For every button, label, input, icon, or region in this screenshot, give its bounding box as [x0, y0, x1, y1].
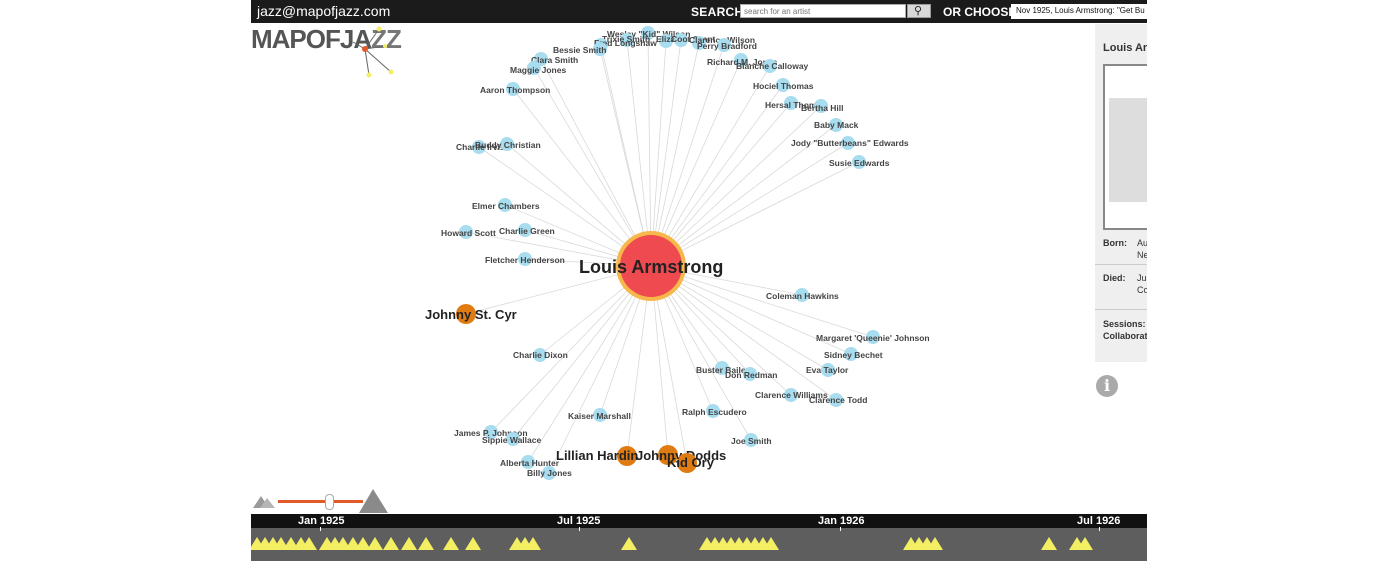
timeline-label: Jul 1926 [1077, 515, 1121, 527]
artist-node-label[interactable]: Don Redman [725, 370, 777, 380]
logo-star-icon [352, 26, 394, 78]
born-label: Born: [1103, 238, 1127, 248]
timeline-label: Jan 1926 [818, 515, 865, 527]
artist-node-label[interactable]: Coleman Hawkins [766, 291, 839, 301]
artist-node-label[interactable]: Maggie Jones [510, 65, 566, 75]
artist-node-label[interactable]: Aaron Thompson [480, 85, 550, 95]
collaboration-graph: Wesley "Kid" WilsonTrixie Smith Eliza B.C… [425, 26, 930, 480]
died-place: Co [1137, 285, 1147, 295]
collaboration-edge [540, 58, 652, 267]
artist-node-label[interactable]: Sippie Wallace [482, 435, 541, 445]
artist-node-label[interactable]: Bessie Smith [553, 45, 606, 55]
artist-node-label[interactable]: Perry Bradford [697, 41, 757, 51]
artist-detail-panel: Louis Arm Born: Au Ne Died: Ju Co Sessio… [1095, 24, 1147, 362]
session-markers [251, 537, 1093, 550]
sessions-label-text: Sessions: [1103, 319, 1146, 329]
died-label: Died: [1103, 273, 1126, 283]
artist-photo [1103, 64, 1147, 230]
session-artist-label[interactable]: Lillian Hardin [556, 448, 638, 463]
session-artist-label[interactable]: Johnny St. Cyr [425, 307, 517, 322]
session-marker[interactable] [401, 537, 417, 550]
search-button[interactable]: ⚲ [907, 4, 931, 18]
timeline-axis: Jan 1925 Jul 1925 Jan 1926 Jul 1926 [251, 514, 1147, 531]
session-marker[interactable] [443, 537, 459, 550]
search-icon: ⚲ [914, 5, 923, 17]
sessions-label: Sessions: [1103, 319, 1146, 329]
artist-node-label[interactable]: Joe Smith [731, 436, 772, 446]
info-icon[interactable]: i [1096, 375, 1118, 397]
collaborators-label: Collaborat [1103, 331, 1147, 341]
collaboration-edge [650, 105, 822, 267]
zoom-slider-track[interactable] [278, 500, 363, 503]
center-node-group: Louis Armstrong [579, 231, 723, 301]
artist-node-label[interactable]: Charlie Dixon [513, 350, 568, 360]
died-value: Ju [1137, 273, 1147, 283]
zoom-slider-handle[interactable] [325, 494, 335, 510]
center-node-label[interactable]: Louis Armstrong [579, 257, 723, 277]
artist-node-label[interactable]: Billy Jones [527, 468, 572, 478]
or-choose-label: OR CHOOSE [943, 5, 1017, 19]
top-bar: jazz@mapofjazz.com SEARCH ⚲ OR CHOOSE No… [251, 0, 1147, 23]
photo-image [1109, 98, 1147, 202]
zoom-in-icon[interactable] [357, 486, 391, 514]
session-marker[interactable] [418, 537, 434, 550]
session-marker[interactable] [621, 537, 637, 550]
timeline-label: Jan 1925 [298, 515, 345, 527]
artist-node-label[interactable]: Blanche Calloway [736, 61, 809, 71]
artist-node-label[interactable]: Howard Scott [441, 228, 496, 238]
divider [1095, 309, 1147, 310]
artist-node-label[interactable]: Baby Mack [814, 120, 859, 130]
artist-node-label[interactable]: Ralph Escudero [682, 407, 747, 417]
artist-node-label[interactable]: Hociel Thomas [753, 81, 814, 91]
artist-node-label[interactable]: Kaiser Marshall [568, 411, 631, 421]
artist-name: Louis Arm [1103, 42, 1147, 54]
artist-node-label[interactable]: Bertha Hill [801, 103, 844, 113]
contact-email-link[interactable]: jazz@mapofjazz.com [257, 3, 390, 19]
artist-node-label[interactable]: Jody "Butterbeans" Edwards [791, 138, 909, 148]
artist-node-label[interactable]: Fletcher Henderson [485, 255, 565, 265]
session-artist-label[interactable]: Kid Ory [667, 455, 715, 470]
search-label: SEARCH [691, 5, 744, 19]
artist-node-label[interactable]: Susie Edwards [829, 158, 890, 168]
session-marker[interactable] [1041, 537, 1057, 550]
timeline-label: Jul 1925 [557, 515, 601, 527]
artist-search-input[interactable] [740, 4, 906, 18]
artist-node-label[interactable]: Clarence Todd [809, 395, 867, 405]
zoom-out-icon[interactable] [251, 490, 279, 510]
artist-node-label[interactable]: Charlie Green [499, 226, 555, 236]
session-marker[interactable] [367, 537, 383, 550]
artist-node-label[interactable]: Buddy Christian [475, 140, 541, 150]
collaborators-label-text: Collaborat [1103, 331, 1147, 341]
session-select[interactable]: Nov 1925, Louis Armstrong: "Get Bu [1011, 4, 1147, 19]
born-value: Au [1137, 238, 1147, 248]
session-marker[interactable] [465, 537, 481, 550]
artist-node-label[interactable]: Eva Taylor [806, 365, 849, 375]
born-place: Ne [1137, 250, 1147, 260]
divider [1095, 264, 1147, 265]
died-row: Died: Ju [1103, 273, 1147, 283]
born-row: Born: Au [1103, 238, 1147, 248]
artist-node-label[interactable]: Elmer Chambers [472, 201, 540, 211]
session-marker[interactable] [383, 537, 399, 550]
artist-node-label[interactable]: Margaret 'Queenie' Johnson [816, 333, 930, 343]
zoom-control [251, 486, 391, 514]
map-of-jazz-app: Wesley "Kid" Wilson Trixie Smith Eliza B. C… [251, 0, 1147, 561]
artist-node-label[interactable]: Sidney Bechet [824, 350, 883, 360]
session-timeline[interactable]: Jan 1925 Jul 1925 Jan 1926 Jul 1926 [251, 514, 1147, 561]
